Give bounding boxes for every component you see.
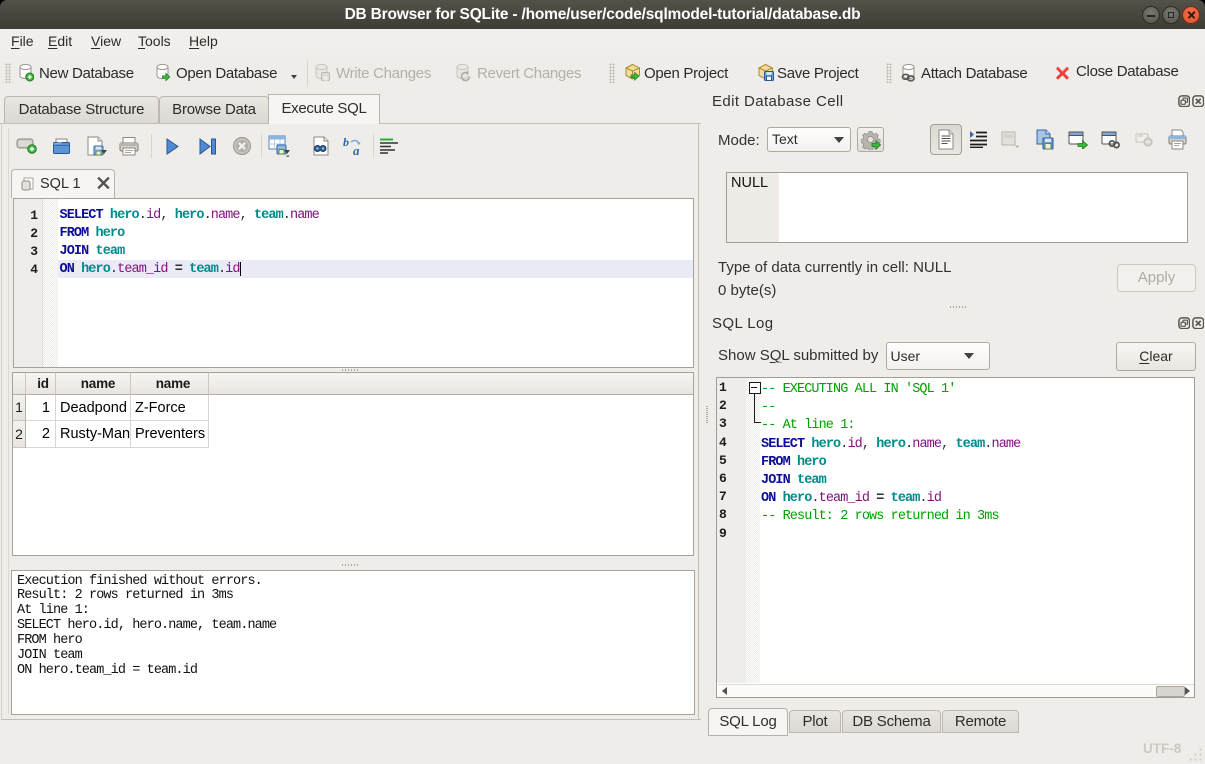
svg-text:b: b — [343, 136, 349, 149]
svg-text:a: a — [353, 143, 360, 156]
